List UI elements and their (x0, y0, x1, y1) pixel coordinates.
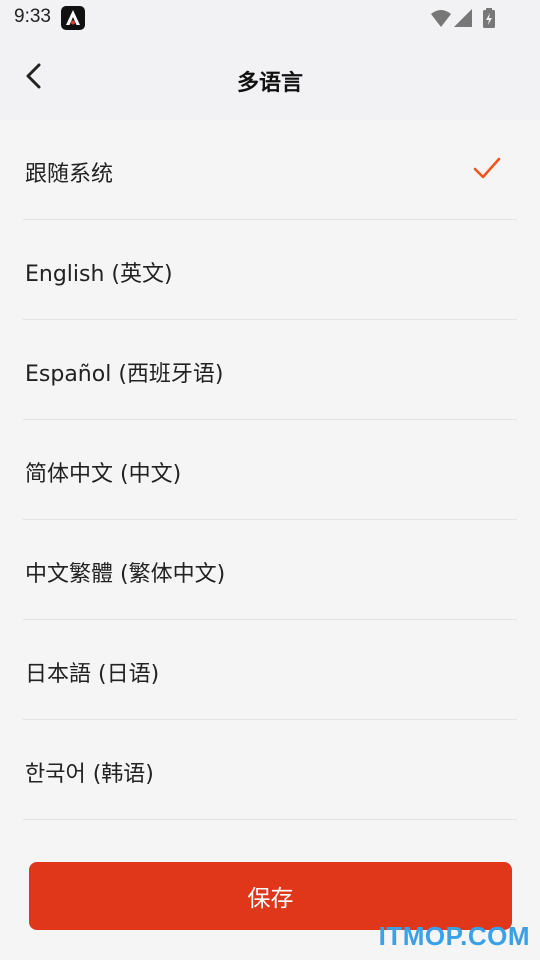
language-label: 한국어 (韩语) (25, 762, 154, 787)
language-item-spanish[interactable]: Español (西班牙语) (23, 320, 517, 420)
language-item-follow-system[interactable]: 跟随系统 (23, 120, 517, 220)
wifi-icon (431, 10, 451, 27)
language-list: 跟随系统 English (英文) Español (西班牙语) 简体中文 (中… (0, 120, 540, 820)
checkmark-icon (473, 156, 501, 182)
language-label: 跟随系统 (25, 162, 114, 187)
language-label: Español (西班牙语) (25, 362, 224, 387)
language-item-simplified-chinese[interactable]: 简体中文 (中文) (23, 420, 517, 520)
language-label: 简体中文 (中文) (25, 462, 182, 487)
watermark-logo: ITMOP.COM (378, 921, 530, 951)
language-item-english[interactable]: English (英文) (23, 220, 517, 320)
language-item-traditional-chinese[interactable]: 中文繁體 (繁体中文) (23, 520, 517, 620)
status-bar: 9:33 (0, 0, 540, 38)
app-a-icon (61, 6, 85, 30)
language-item-japanese[interactable]: 日本語 (日语) (23, 620, 517, 720)
language-label: 日本語 (日语) (25, 662, 160, 687)
language-label: English (英文) (25, 262, 173, 287)
status-icons (430, 8, 502, 30)
cell-signal-icon (454, 9, 472, 27)
nav-bar: 多语言 (0, 38, 540, 120)
language-item-korean[interactable]: 한국어 (韩语) (23, 720, 517, 820)
battery-charging-icon (483, 8, 495, 28)
page-title: 多语言 (236, 71, 303, 96)
language-label: 中文繁體 (繁体中文) (25, 562, 226, 587)
status-time: 9:33 (14, 6, 51, 27)
save-button[interactable]: 保存 (29, 862, 512, 930)
